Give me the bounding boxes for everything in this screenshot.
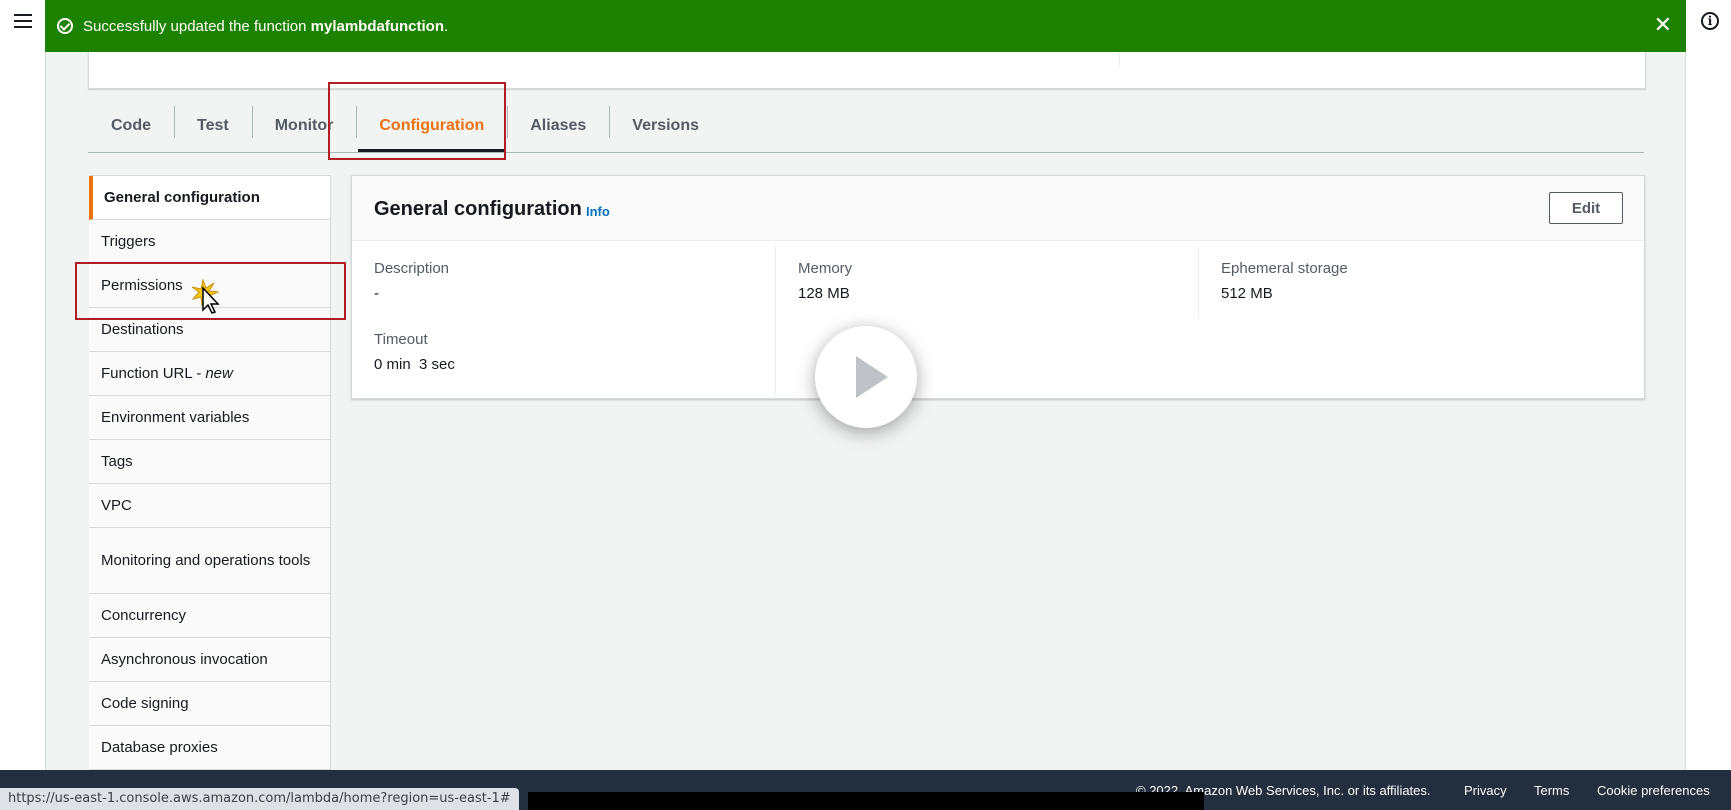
ephemeral-storage-field: Ephemeral storage 512 MB <box>1221 260 1348 302</box>
side-item-permissions[interactable]: Permissions <box>89 264 330 308</box>
timeout-label: Timeout <box>374 331 428 348</box>
video-caption-bar <box>528 792 1204 810</box>
side-item-triggers[interactable]: Triggers <box>89 220 330 264</box>
status-bar-url: https://us-east-1.console.aws.amazon.com… <box>0 788 519 810</box>
side-item-monitoring-tools[interactable]: Monitoring and operations tools <box>89 528 330 594</box>
menu-icon[interactable] <box>14 14 32 28</box>
edit-button[interactable]: Edit <box>1549 192 1623 224</box>
side-item-code-signing[interactable]: Code signing <box>89 682 330 726</box>
side-item-destinations[interactable]: Destinations <box>89 308 330 352</box>
panel-title: General configuration <box>374 198 582 220</box>
info-icon[interactable]: i <box>1701 12 1719 30</box>
function-tabs: Code Test Monitor Configuration Aliases … <box>88 100 1644 153</box>
footer-cookie-preferences-link[interactable]: Cookie preferences <box>1597 783 1710 798</box>
timeout-field: Timeout 0 min 3 sec <box>374 331 455 373</box>
tab-aliases[interactable]: Aliases <box>507 100 609 152</box>
close-icon[interactable]: ✕ <box>1654 14 1672 36</box>
tab-monitor[interactable]: Monitor <box>251 100 357 152</box>
flash-function-name: mylambdafunction <box>310 17 445 35</box>
tab-test[interactable]: Test <box>174 100 252 152</box>
footer-terms-link[interactable]: Terms <box>1534 783 1569 798</box>
tab-configuration[interactable]: Configuration <box>356 100 507 152</box>
tab-code[interactable]: Code <box>88 100 174 152</box>
side-item-function-url[interactable]: Function URL - new <box>89 352 330 396</box>
new-badge: new <box>205 365 233 382</box>
general-configuration-panel: General configuration Info Edit Descript… <box>351 175 1645 399</box>
right-rail: i <box>1685 0 1731 810</box>
flash-message-prefix: Successfully updated the function <box>83 17 307 35</box>
tab-versions[interactable]: Versions <box>609 100 722 152</box>
ephemeral-storage-label: Ephemeral storage <box>1221 260 1348 277</box>
column-right: Ephemeral storage 512 MB <box>1198 246 1622 318</box>
configuration-side-nav: General configuration Triggers Permissio… <box>89 175 331 770</box>
side-item-tags[interactable]: Tags <box>89 440 330 484</box>
side-item-general-configuration[interactable]: General configuration <box>89 176 330 220</box>
side-item-environment-variables[interactable]: Environment variables <box>89 396 330 440</box>
success-flashbar: Successfully updated the function mylamb… <box>45 0 1686 52</box>
side-item-function-url-label: Function URL - <box>101 365 202 382</box>
flash-message-suffix: . <box>444 17 449 35</box>
function-overview-card <box>88 52 1646 89</box>
description-label: Description <box>374 260 450 277</box>
info-link[interactable]: Info <box>586 204 610 219</box>
side-item-database-proxies[interactable]: Database proxies <box>89 726 330 770</box>
description-value: - <box>374 285 379 302</box>
panel-header: General configuration Info Edit <box>352 176 1644 241</box>
success-check-icon <box>57 18 73 34</box>
column-left: Description - Timeout 0 min 3 sec <box>352 240 775 398</box>
memory-value: 128 MB <box>798 285 850 302</box>
video-play-icon[interactable] <box>815 326 917 428</box>
side-item-vpc[interactable]: VPC <box>89 484 330 528</box>
description-field: Description - <box>374 260 449 302</box>
card-divider <box>1119 52 1120 66</box>
timeout-value: 0 min 3 sec <box>374 356 455 373</box>
side-item-async-invocation[interactable]: Asynchronous invocation <box>89 638 330 682</box>
side-item-concurrency[interactable]: Concurrency <box>89 594 330 638</box>
ephemeral-storage-value: 512 MB <box>1221 285 1273 302</box>
left-rail <box>0 0 46 810</box>
footer-privacy-link[interactable]: Privacy <box>1464 783 1507 798</box>
flash-message: Successfully updated the function mylamb… <box>83 18 448 35</box>
memory-field: Memory 128 MB <box>798 260 852 302</box>
memory-label: Memory <box>798 260 853 277</box>
